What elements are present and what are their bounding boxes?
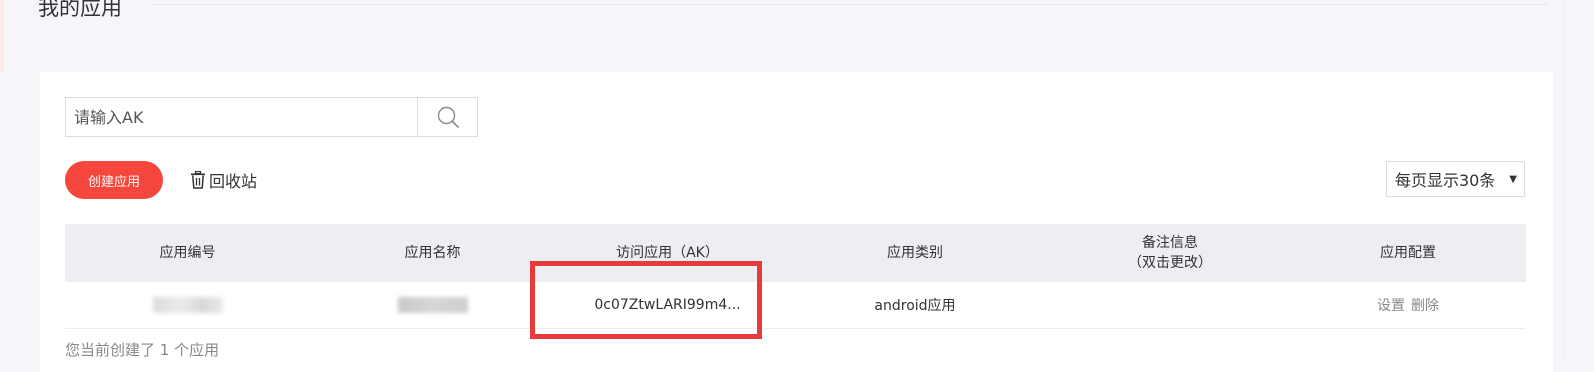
- column-header-app-id: 应用编号: [159, 245, 216, 261]
- column-header-app-type: 应用类别: [887, 245, 943, 261]
- redacted-app-id: [152, 297, 223, 313]
- cell-app-type: android应用: [874, 298, 956, 314]
- app-count-summary: 您当前创建了 1 个应用: [65, 341, 220, 359]
- table-row: 0c07ZtwLARI99m4... android应用 设置 删除: [65, 282, 1526, 329]
- search-box: [65, 97, 478, 137]
- left-accent: [0, 0, 4, 72]
- column-header-remark: 备注信息 （双击更改）: [1128, 235, 1212, 271]
- page-size-value: 每页显示30条: [1395, 171, 1496, 190]
- table-header: 应用编号 应用名称 访问应用（AK） 应用类别 备注信息 （双击更改） 应用配置: [65, 224, 1526, 282]
- delete-link[interactable]: 删除: [1411, 295, 1439, 315]
- search-icon: [437, 106, 459, 128]
- redacted-app-name: [397, 297, 468, 313]
- column-header-app-name: 应用名称: [404, 245, 461, 261]
- create-app-button[interactable]: 创建应用: [65, 161, 163, 199]
- search-input[interactable]: [66, 98, 432, 136]
- page-title: 我的应用: [38, 0, 122, 20]
- trash-icon: [191, 171, 205, 189]
- cell-app-id: [65, 282, 310, 328]
- search-button[interactable]: [417, 98, 478, 136]
- caret-down-icon: ▼: [1509, 174, 1517, 185]
- cell-remark[interactable]: [1050, 282, 1290, 328]
- cell-app-name: [310, 282, 555, 328]
- settings-link[interactable]: 设置: [1377, 295, 1405, 315]
- recycle-bin-label: 回收站: [209, 172, 258, 191]
- cell-actions: 设置 删除: [1290, 282, 1526, 328]
- recycle-bin-link[interactable]: 回收站: [190, 167, 257, 193]
- page-size-select[interactable]: 每页显示30条 ▼: [1386, 161, 1525, 197]
- highlight-box: [530, 261, 762, 339]
- title-divider: [152, 4, 1548, 5]
- right-edge: [1563, 0, 1594, 357]
- column-header-config: 应用配置: [1380, 245, 1436, 261]
